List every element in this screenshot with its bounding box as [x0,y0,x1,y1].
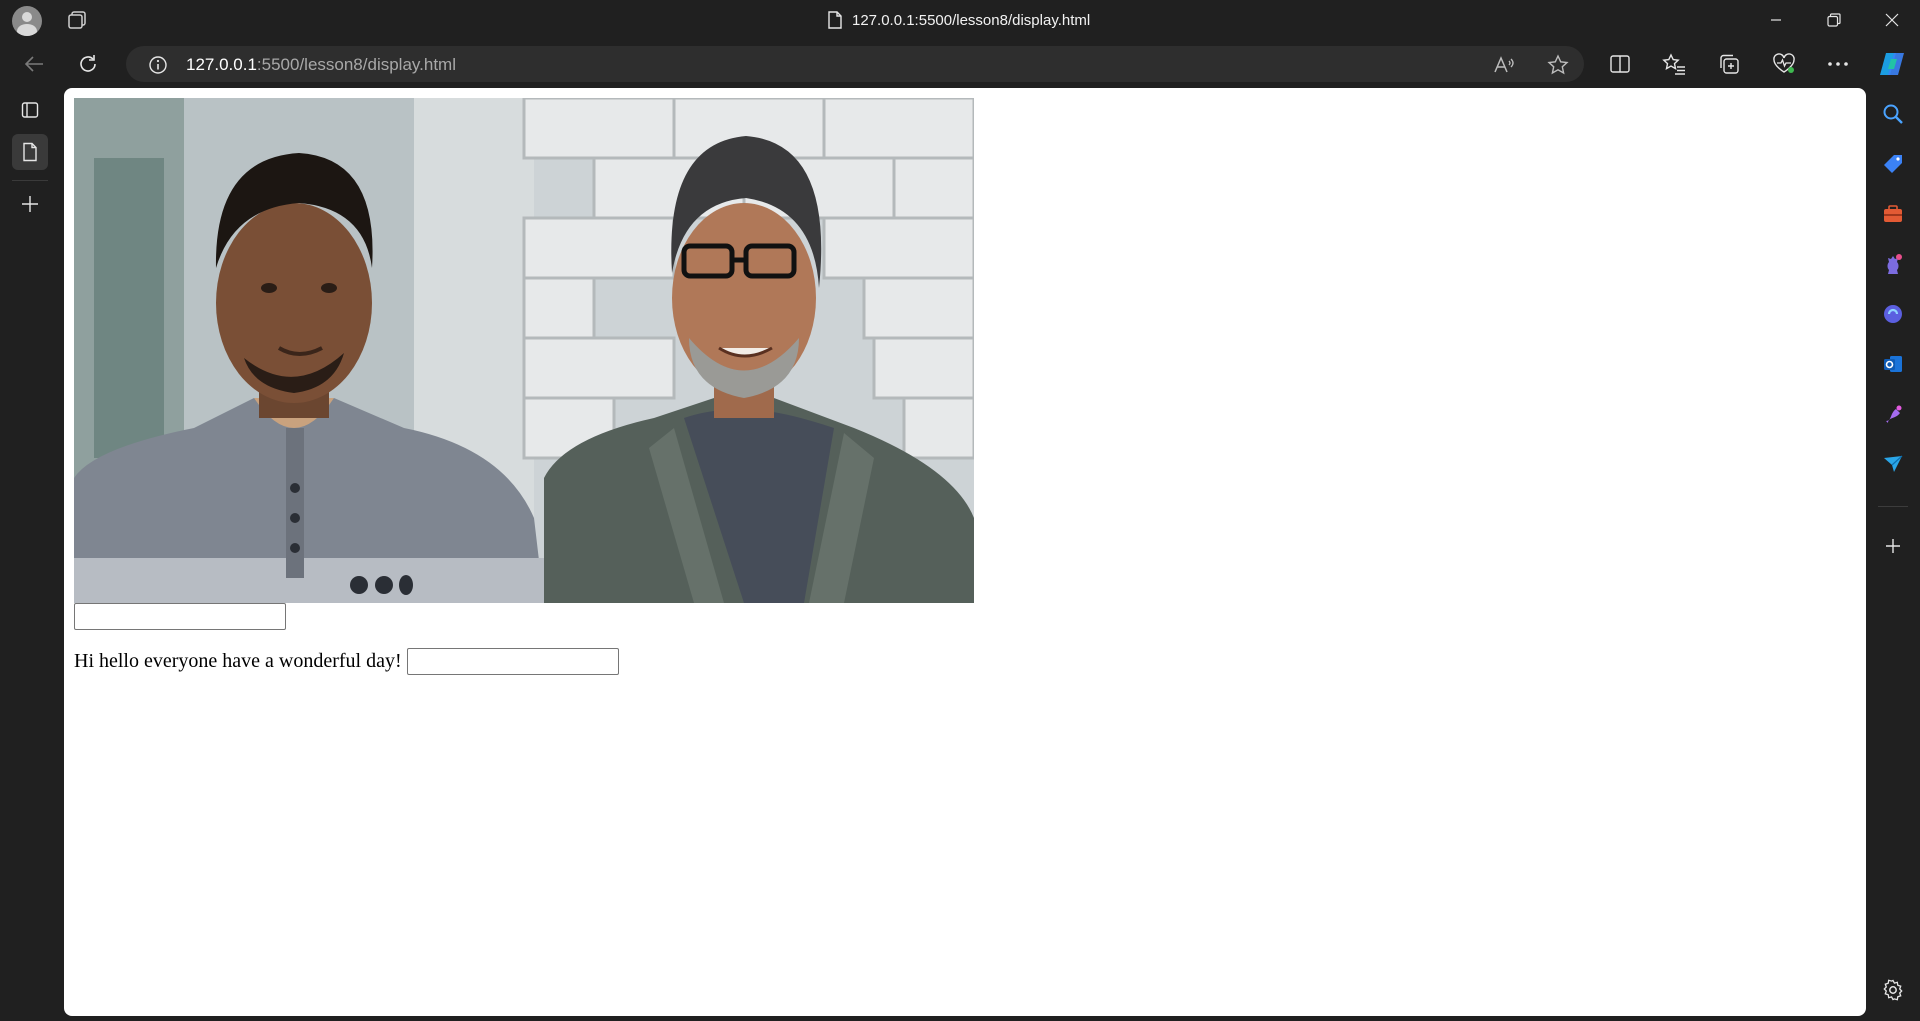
greeting-text: Hi hello everyone have a wonderful day! [74,650,402,672]
shopping-tag-icon[interactable] [1877,148,1909,180]
greeting-line: Hi hello everyone have a wonderful day! [74,648,619,675]
text-input-2[interactable] [406,648,619,675]
search-icon[interactable] [1877,98,1909,130]
edge-sidebar [1866,88,1920,1021]
back-button[interactable] [18,48,50,80]
workspaces-icon[interactable] [66,10,88,30]
address-bar[interactable]: 127.0.0.1:5500/lesson8/display.html [126,46,1584,82]
new-tab-plus-icon[interactable] [12,186,48,222]
refresh-button[interactable] [72,48,104,80]
outlook-icon[interactable] [1877,348,1909,380]
tools-briefcase-icon[interactable] [1877,198,1909,230]
window-title: 127.0.0.1:5500/lesson8/display.html [828,10,1090,30]
more-options-icon[interactable] [1822,48,1854,80]
site-info-icon[interactable] [146,53,170,77]
send-icon[interactable] [1877,448,1909,480]
games-chess-icon[interactable] [1877,248,1909,280]
sidebar-divider [1878,506,1908,507]
favorite-star-icon[interactable] [1546,53,1570,77]
designer-icon[interactable] [1877,398,1909,430]
page-file-icon [828,11,842,29]
favorites-icon[interactable] [1658,48,1690,80]
page-tab-icon[interactable] [12,134,48,170]
copilot-icon[interactable] [1876,48,1908,80]
minimize-button[interactable] [1748,0,1804,40]
photo-illustration [74,98,974,603]
browser-essentials-icon[interactable] [1768,48,1800,80]
close-button[interactable] [1864,0,1920,40]
tab-actions-icon[interactable] [12,92,48,128]
page-viewport: Hi hello everyone have a wonderful day! [64,88,1866,1016]
profile-avatar[interactable] [12,6,42,36]
text-input-1[interactable] [74,603,286,630]
url-host: 127.0.0.1 [186,55,257,74]
vertical-tab-strip [0,88,64,1021]
url-text[interactable]: 127.0.0.1:5500/lesson8/display.html [186,55,456,75]
read-aloud-icon[interactable] [1492,53,1516,77]
add-icon[interactable] [1877,530,1909,562]
title-bar: 127.0.0.1:5500/lesson8/display.html [0,0,1920,40]
url-path: :5500/lesson8/display.html [256,55,456,74]
settings-gear-icon[interactable] [1877,974,1909,1006]
copilot-sidebar-icon[interactable] [1877,298,1909,330]
tab-strip-divider [12,180,48,181]
toolbar: 127.0.0.1:5500/lesson8/display.html [0,40,1920,88]
collections-icon[interactable] [1713,48,1745,80]
split-screen-icon[interactable] [1604,48,1636,80]
restore-button[interactable] [1806,0,1862,40]
photo-image [74,98,974,603]
window-title-text: 127.0.0.1:5500/lesson8/display.html [852,11,1091,29]
